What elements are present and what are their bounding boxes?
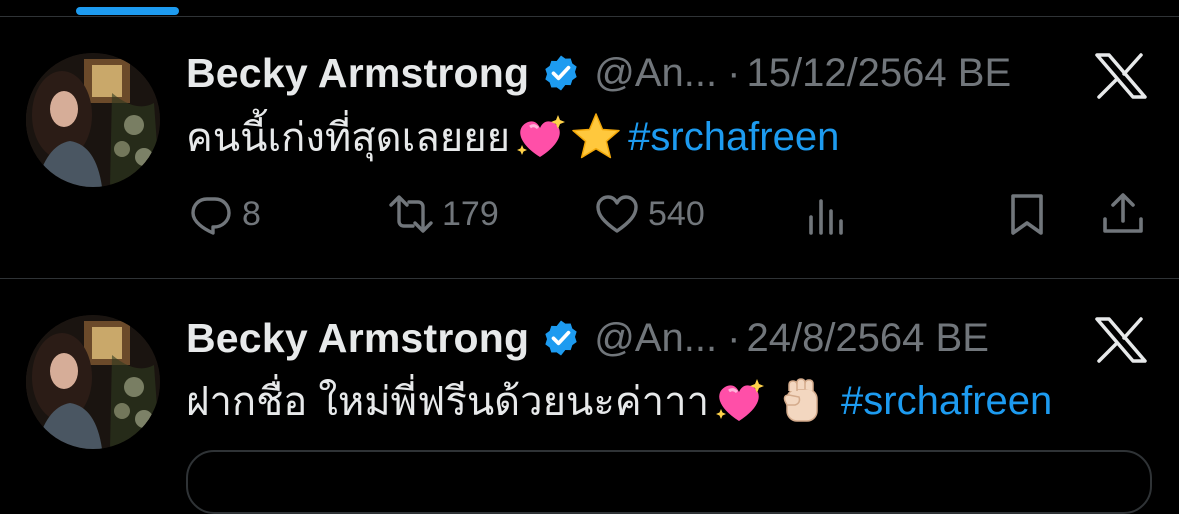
tweet-date[interactable]: 15/12/2564 BE (746, 51, 1011, 96)
x-icon[interactable] (1095, 53, 1147, 99)
retweet-count: 179 (442, 194, 499, 233)
tweet-1[interactable]: Becky Armstrong @An... · 15/12/2564 BE ค… (0, 17, 1179, 278)
author-handle[interactable]: @An... (594, 316, 717, 361)
bookmark-icon (1004, 191, 1050, 237)
sparkling-heart-icon (713, 375, 765, 427)
author-handle[interactable]: @An... (594, 51, 717, 96)
retweet-icon (388, 191, 434, 237)
action-bar: 8 179 540 (0, 191, 1179, 237)
quoted-media-card[interactable] (186, 450, 1152, 514)
author-name[interactable]: Becky Armstrong (186, 50, 529, 97)
raised-fist-icon (775, 375, 827, 427)
verified-badge-icon (541, 53, 581, 93)
reply-count: 8 (242, 194, 261, 233)
retweet-button[interactable]: 179 (388, 191, 499, 237)
share-icon (1100, 191, 1146, 237)
separator: · (727, 50, 741, 95)
verified-badge-icon (541, 318, 581, 358)
like-count: 540 (648, 194, 705, 233)
reply-button[interactable]: 8 (188, 191, 261, 237)
tweet-header: Becky Armstrong @An... · 24/8/2564 BE (186, 308, 989, 368)
avatar[interactable] (26, 53, 160, 187)
author-name[interactable]: Becky Armstrong (186, 315, 529, 362)
active-tab-indicator (76, 7, 179, 15)
hashtag-link[interactable]: #srchafreen (841, 379, 1052, 424)
x-icon[interactable] (1095, 317, 1147, 363)
separator: · (727, 315, 741, 360)
tweet-date[interactable]: 24/8/2564 BE (746, 316, 988, 361)
tweet-text: คนนี้เก่งที่สุดเลยยย #srchafreen (186, 109, 839, 165)
like-button[interactable]: 540 (594, 191, 705, 237)
tweet-header: Becky Armstrong @An... · 15/12/2564 BE (186, 43, 1011, 103)
hashtag-link[interactable]: #srchafreen (628, 115, 839, 160)
share-button[interactable] (1100, 191, 1146, 237)
tweet-text-content: ฝากชื่อ ใหม่พี่ฟรีนด้วยนะค่าาา (186, 380, 710, 424)
views-icon (805, 191, 851, 237)
reply-icon (188, 191, 234, 237)
sparkling-heart-icon (514, 111, 566, 163)
avatar[interactable] (26, 315, 160, 449)
views-button[interactable] (805, 191, 851, 237)
star-icon (570, 111, 622, 163)
tweet-2[interactable]: Becky Armstrong @An... · 24/8/2564 BE ฝา… (0, 279, 1179, 477)
tweet-text-content: คนนี้เก่งที่สุดเลยยย (186, 116, 511, 160)
bookmark-button[interactable] (1004, 191, 1050, 237)
tweet-text: ฝากชื่อ ใหม่พี่ฟรีนด้วยนะค่าาา #srchafre… (186, 373, 1052, 429)
heart-icon (594, 191, 640, 237)
